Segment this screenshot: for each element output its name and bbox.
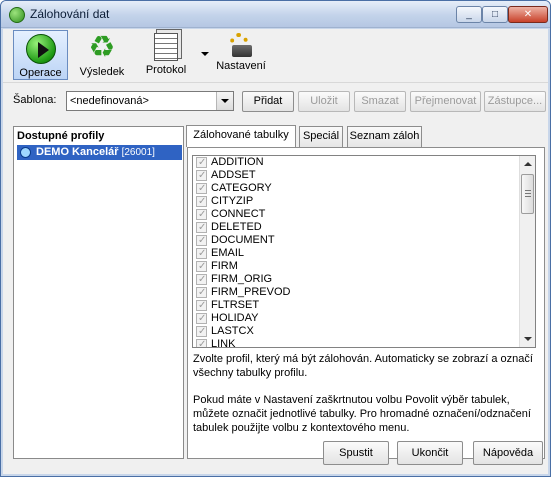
table-item[interactable]: FIRM <box>193 260 535 273</box>
template-select[interactable]: <nedefinovaná> <box>66 91 234 111</box>
toolbar-operace-button[interactable]: Operace <box>13 30 68 80</box>
toolbar-vysledek-button[interactable]: ♻ Výsledek <box>77 30 127 80</box>
checkbox[interactable] <box>196 182 207 195</box>
rename-template-button[interactable]: Přejmenovat <box>410 91 481 112</box>
checkbox[interactable] <box>196 221 207 234</box>
recycle-icon: ♻ <box>88 31 116 64</box>
table-item[interactable]: HOLIDAY <box>193 312 535 325</box>
run-button[interactable]: Spustit <box>323 441 389 465</box>
tab-panel: ADDITION ADDSET CATEGORY CITYZIP CONNECT… <box>187 147 545 459</box>
tab-special[interactable]: Speciál <box>299 126 343 147</box>
profiles-title: Dostupné profily <box>17 130 105 142</box>
checkbox[interactable] <box>196 338 207 347</box>
maximize-button[interactable]: □ <box>482 6 508 23</box>
table-item[interactable]: DOCUMENT <box>193 234 535 247</box>
help-text: Zvolte profil, který má být zálohován. A… <box>193 352 537 448</box>
profile-icon <box>20 147 31 158</box>
toolbar-vysledek-label: Výsledek <box>79 66 125 78</box>
checkbox[interactable] <box>196 286 207 299</box>
delete-template-button[interactable]: Smazat <box>354 91 406 112</box>
add-template-button[interactable]: Přidat <box>242 91 294 112</box>
toolbar: Operace ♻ Výsledek Protokol Nastavení <box>3 29 548 83</box>
toolbar-nastaveni-label: Nastavení <box>216 60 266 72</box>
scroll-up-icon[interactable] <box>520 156 535 172</box>
help-button[interactable]: Nápověda <box>473 441 543 465</box>
checkbox[interactable] <box>196 273 207 286</box>
checkbox[interactable] <box>196 299 207 312</box>
checkbox[interactable] <box>196 208 207 221</box>
table-item[interactable]: FIRM_PREVOD <box>193 286 535 299</box>
help-paragraph-2: Pokud máte v Nastavení zaškrtnutou volbu… <box>193 394 531 434</box>
table-item[interactable]: ADDITION <box>193 156 535 169</box>
save-template-button[interactable]: Uložit <box>298 91 350 112</box>
toolbar-protokol-button[interactable]: Protokol <box>141 30 191 80</box>
vertical-scrollbar[interactable] <box>519 156 535 347</box>
minimize-button[interactable]: _ <box>456 6 482 23</box>
close-button[interactable]: ✕ <box>508 6 548 23</box>
scroll-thumb[interactable] <box>521 174 534 214</box>
template-row: Šablona: <nedefinovaná> Přidat Uložit Sm… <box>3 90 548 112</box>
table-item[interactable]: CATEGORY <box>193 182 535 195</box>
table-item[interactable]: FLTRSET <box>193 299 535 312</box>
table-item[interactable]: CITYZIP <box>193 195 535 208</box>
toolbar-protokol-label: Protokol <box>145 64 187 76</box>
document-icon <box>154 33 178 61</box>
exit-button[interactable]: Ukončit <box>397 441 463 465</box>
profile-item[interactable]: DEMO Kancelář [26001] <box>17 145 182 160</box>
backup-window: Zálohování dat _ □ ✕ Operace ♻ Výsledek … <box>0 0 551 477</box>
checkbox[interactable] <box>196 169 207 182</box>
profiles-panel: DEMO Kancelář [26001] <box>13 126 184 459</box>
tables-list[interactable]: ADDITION ADDSET CATEGORY CITYZIP CONNECT… <box>192 155 536 348</box>
toolbar-nastaveni-button[interactable]: Nastavení <box>213 30 269 80</box>
checkbox[interactable] <box>196 260 207 273</box>
table-item[interactable]: FIRM_ORIG <box>193 273 535 286</box>
scroll-down-icon[interactable] <box>520 331 535 347</box>
toolbar-operace-label: Operace <box>19 67 62 79</box>
profile-code: [26001] <box>121 147 155 158</box>
protokol-dropdown-arrow[interactable] <box>201 52 209 56</box>
chevron-down-icon[interactable] <box>216 92 233 110</box>
tab-backup-list[interactable]: Seznam záloh <box>347 126 422 147</box>
help-paragraph-1: Zvolte profil, který má být zálohován. A… <box>193 353 533 379</box>
tab-backed-up-tables[interactable]: Zálohované tabulky <box>186 125 296 147</box>
checkbox[interactable] <box>196 247 207 260</box>
app-icon <box>9 7 25 23</box>
title-bar[interactable]: Zálohování dat _ □ ✕ <box>1 1 550 28</box>
deputy-button[interactable]: Zástupce... <box>484 91 546 112</box>
checkbox[interactable] <box>196 156 207 169</box>
profile-name: DEMO Kancelář <box>36 146 119 158</box>
checkbox[interactable] <box>196 312 207 325</box>
profiles-list[interactable]: DEMO Kancelář [26001] <box>15 145 182 160</box>
table-item[interactable]: CONNECT <box>193 208 535 221</box>
table-item[interactable]: EMAIL <box>193 247 535 260</box>
checkbox[interactable] <box>196 234 207 247</box>
checkbox[interactable] <box>196 195 207 208</box>
client-area: Operace ♻ Výsledek Protokol Nastavení Ša… <box>3 29 548 474</box>
template-label: Šablona: <box>13 94 57 106</box>
template-value: <nedefinovaná> <box>70 95 149 107</box>
table-item[interactable]: ADDSET <box>193 169 535 182</box>
window-title: Zálohování dat <box>30 7 110 21</box>
checkbox[interactable] <box>196 325 207 338</box>
table-item[interactable]: LASTCX <box>193 325 535 338</box>
play-icon <box>25 34 56 64</box>
settings-icon <box>228 33 254 57</box>
table-item[interactable]: DELETED <box>193 221 535 234</box>
table-item[interactable]: LINK <box>193 338 535 347</box>
